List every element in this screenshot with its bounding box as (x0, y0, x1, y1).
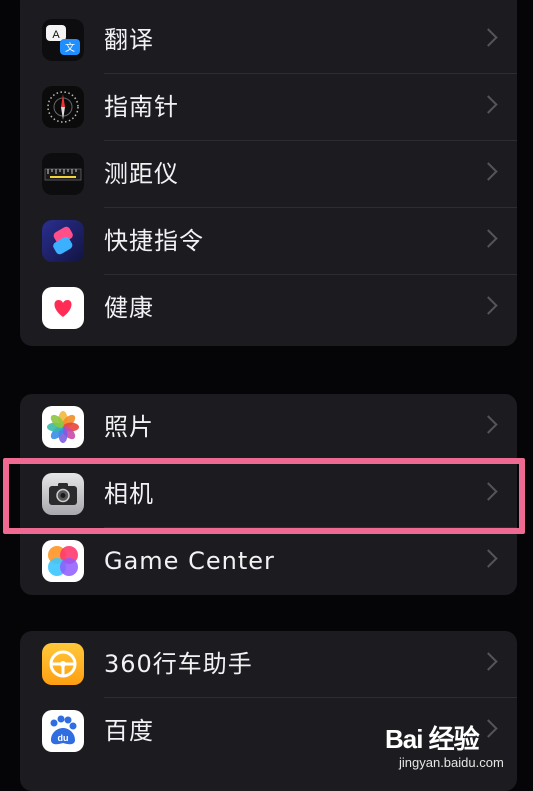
watermark-brand: Bai 经验 (385, 724, 480, 754)
highlight-box (3, 458, 525, 534)
chevron-right-icon (479, 229, 498, 248)
health-icon (42, 287, 84, 329)
settings-row-label: 健康 (104, 294, 154, 322)
chevron-right-icon (479, 28, 498, 47)
chevron-right-icon (479, 415, 498, 434)
translate-icon-glyph-b: 文 (65, 41, 75, 54)
shortcuts-icon (42, 220, 84, 262)
settings-group-apps-1: A 文 翻译 指南针 测距仪 快捷指令 健康 (20, 0, 517, 346)
settings-row-health[interactable]: 健康 (20, 275, 517, 342)
chevron-right-icon (479, 652, 498, 671)
settings-row-label: 百度 (104, 717, 154, 745)
baidu-icon-text: du (58, 733, 69, 743)
translate-icon: A 文 (42, 19, 84, 61)
settings-row-label: 照片 (104, 413, 154, 441)
settings-row-label: 快捷指令 (104, 227, 204, 255)
baidu-icon: du (42, 710, 84, 752)
chevron-right-icon (479, 549, 498, 568)
settings-row-label: 测距仪 (104, 160, 179, 188)
settings-row-360-drive-assistant[interactable]: 360行车助手 (20, 631, 517, 698)
measure-icon (42, 153, 84, 195)
settings-row-label: Game Center (104, 547, 275, 575)
settings-row-translate[interactable]: A 文 翻译 (20, 7, 517, 74)
photos-icon (42, 406, 84, 448)
settings-row-label: 360行车助手 (104, 650, 253, 678)
chevron-right-icon (479, 296, 498, 315)
settings-row-photos[interactable]: 照片 (20, 394, 517, 461)
settings-row-game-center[interactable]: Game Center (20, 528, 517, 595)
settings-row-compass[interactable]: 指南针 (20, 74, 517, 141)
translate-icon-glyph-a: A (52, 29, 60, 41)
chevron-right-icon (479, 95, 498, 114)
settings-row-label: 翻译 (104, 26, 154, 54)
watermark: Bai 经验 jingyan.baidu.com (385, 717, 525, 773)
compass-icon (42, 86, 84, 128)
chevron-right-icon (479, 162, 498, 181)
settings-row-measure[interactable]: 测距仪 (20, 141, 517, 208)
settings-row-label: 指南针 (104, 93, 179, 121)
game-center-icon (42, 540, 84, 582)
watermark-site: jingyan.baidu.com (399, 755, 504, 770)
360-drive-assistant-icon (42, 643, 84, 685)
settings-row-shortcuts[interactable]: 快捷指令 (20, 208, 517, 275)
